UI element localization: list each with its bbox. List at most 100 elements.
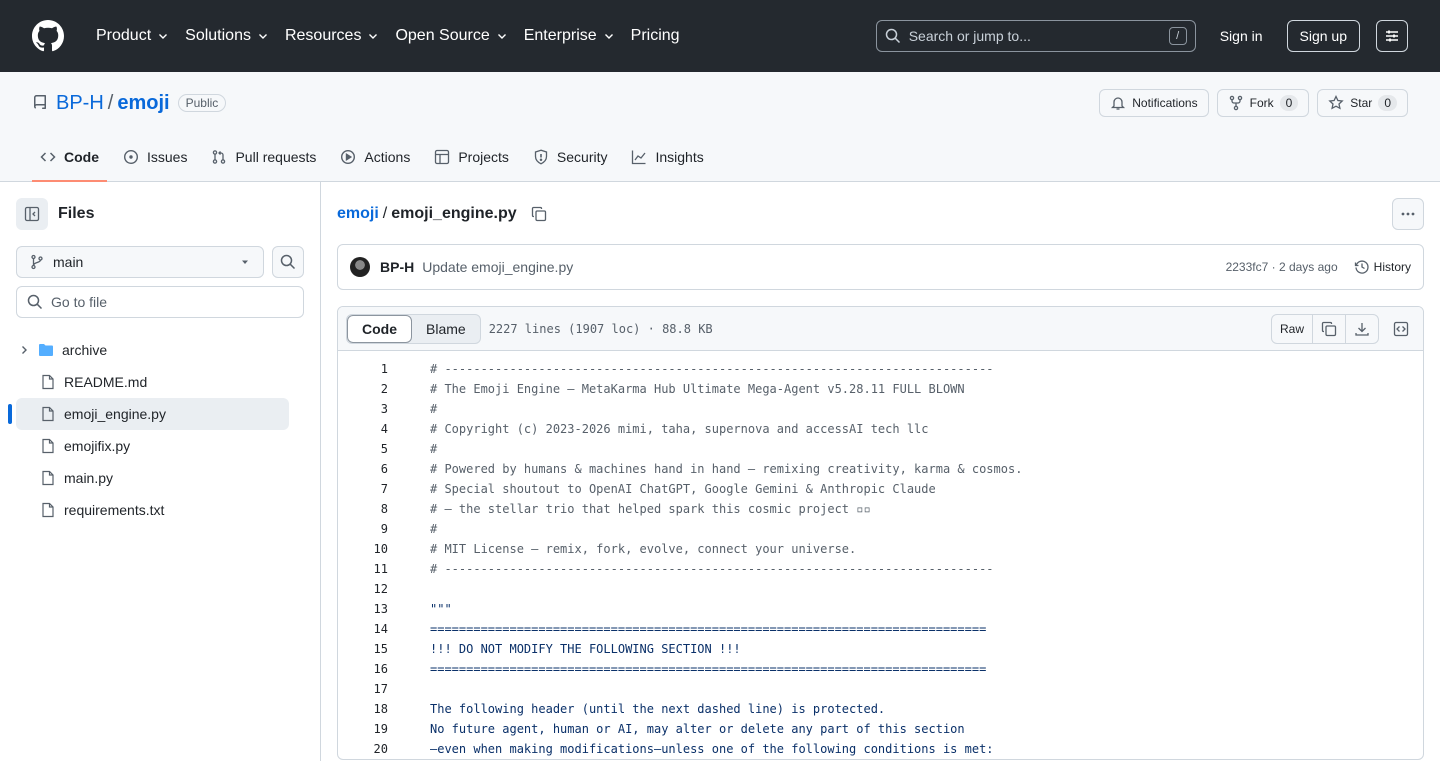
line-number[interactable]: 10 bbox=[338, 542, 398, 556]
nav-solutions[interactable]: Solutions bbox=[177, 16, 277, 56]
download-raw-button[interactable] bbox=[1346, 315, 1378, 343]
fork-icon bbox=[1229, 95, 1242, 111]
line-number[interactable]: 2 bbox=[338, 382, 398, 396]
code-line: 3 # bbox=[338, 399, 1423, 419]
history-button[interactable]: History bbox=[1354, 259, 1411, 275]
sign-in-link[interactable]: Sign in bbox=[1212, 28, 1271, 44]
star-button[interactable]: Star 0 bbox=[1317, 89, 1408, 117]
tree-item-requirements[interactable]: requirements.txt bbox=[16, 494, 289, 526]
line-number[interactable]: 14 bbox=[338, 622, 398, 636]
tree-item-archive[interactable]: archive bbox=[16, 334, 289, 366]
line-number[interactable]: 12 bbox=[338, 582, 398, 596]
code-square-icon bbox=[1393, 321, 1409, 336]
repo-icon bbox=[34, 95, 46, 109]
repo-tabs: Code Issues Pull requests Actions Projec… bbox=[32, 133, 720, 182]
tab-actions[interactable]: Actions bbox=[332, 133, 418, 181]
line-number[interactable]: 18 bbox=[338, 702, 398, 716]
line-number[interactable]: 17 bbox=[338, 682, 398, 696]
fork-button[interactable]: Fork 0 bbox=[1216, 89, 1310, 117]
tree-item-main[interactable]: main.py bbox=[16, 462, 289, 494]
main-area: Files main Go to file archive README.md … bbox=[0, 182, 1440, 761]
go-to-file-placeholder: Go to file bbox=[51, 294, 108, 310]
line-content: # The Emoji Engine — MetaKarma Hub Ultim… bbox=[430, 382, 965, 396]
code-listing: 1 # -------------------------------------… bbox=[338, 351, 1423, 759]
tab-insights-label: Insights bbox=[655, 149, 704, 165]
nav-open-source[interactable]: Open Source bbox=[387, 16, 515, 56]
line-number[interactable]: 3 bbox=[338, 402, 398, 416]
raw-button[interactable]: Raw bbox=[1272, 314, 1313, 343]
breadcrumb-repo-link[interactable]: emoji bbox=[337, 205, 379, 223]
line-number[interactable]: 11 bbox=[338, 562, 398, 576]
collapse-sidebar-button[interactable] bbox=[16, 198, 48, 230]
file-icon bbox=[42, 470, 54, 486]
tree-item-emoji-engine[interactable]: emoji_engine.py bbox=[8, 398, 289, 430]
sign-up-button[interactable]: Sign up bbox=[1286, 20, 1360, 52]
line-number[interactable]: 15 bbox=[338, 642, 398, 656]
copy-raw-button[interactable] bbox=[1313, 314, 1346, 343]
more-options-button[interactable] bbox=[1392, 198, 1424, 230]
line-number[interactable]: 16 bbox=[338, 662, 398, 676]
line-content: # — the stellar trio that helped spark t… bbox=[430, 502, 871, 516]
line-number[interactable]: 9 bbox=[338, 522, 398, 536]
command-palette-button[interactable] bbox=[1376, 20, 1408, 52]
nav-enterprise[interactable]: Enterprise bbox=[516, 16, 623, 56]
commit-meta[interactable]: 2233fc7 · 2 days ago bbox=[1226, 260, 1338, 274]
search-shortcut-key: / bbox=[1168, 27, 1187, 45]
commit-author[interactable]: BP-H bbox=[380, 259, 414, 275]
go-to-file-input[interactable]: Go to file bbox=[16, 286, 304, 318]
nav-product[interactable]: Product bbox=[88, 16, 177, 56]
code-view-button[interactable]: Code bbox=[347, 314, 412, 343]
search-input[interactable]: Search or jump to... / bbox=[875, 20, 1196, 52]
chevron-down-icon bbox=[497, 34, 506, 39]
line-number[interactable]: 13 bbox=[338, 602, 398, 616]
branch-selector[interactable]: main bbox=[16, 246, 264, 278]
line-number[interactable]: 20 bbox=[338, 742, 398, 756]
chevron-down-icon bbox=[604, 34, 613, 39]
history-label: History bbox=[1373, 260, 1411, 274]
global-header: Product Solutions Resources Open Source … bbox=[0, 0, 1440, 72]
repo-owner-link[interactable]: BP-H bbox=[56, 92, 104, 115]
tree-item-label: emojifix.py bbox=[64, 438, 131, 454]
file-content-area: emoji / emoji_engine.py BP-H Update emoj… bbox=[321, 182, 1440, 761]
tab-pull-requests-label: Pull requests bbox=[235, 149, 317, 165]
copy-path-button[interactable] bbox=[529, 204, 549, 224]
line-number[interactable]: 6 bbox=[338, 462, 398, 476]
line-number[interactable]: 8 bbox=[338, 502, 398, 516]
search-icon bbox=[885, 28, 900, 44]
line-number[interactable]: 1 bbox=[338, 362, 398, 376]
tree-item-readme[interactable]: README.md bbox=[16, 366, 289, 398]
nav-enterprise-label: Enterprise bbox=[523, 27, 597, 44]
search-files-button[interactable] bbox=[272, 246, 304, 278]
star-count: 0 bbox=[1378, 95, 1397, 111]
folder-icon bbox=[39, 344, 53, 356]
commit-message[interactable]: Update emoji_engine.py bbox=[422, 259, 573, 275]
line-number[interactable]: 5 bbox=[338, 442, 398, 456]
files-title: Files bbox=[58, 205, 95, 222]
line-number[interactable]: 4 bbox=[338, 422, 398, 436]
line-number[interactable]: 19 bbox=[338, 722, 398, 736]
visibility-badge: Public bbox=[177, 94, 227, 112]
tree-item-emojifix[interactable]: emojifix.py bbox=[16, 430, 289, 462]
tab-issues[interactable]: Issues bbox=[115, 133, 195, 181]
tab-pull-requests[interactable]: Pull requests bbox=[203, 133, 324, 181]
tab-code-label: Code bbox=[64, 149, 99, 165]
raw-actions-group: Raw bbox=[1270, 313, 1379, 344]
tab-code[interactable]: Code bbox=[32, 133, 107, 182]
avatar[interactable] bbox=[350, 257, 370, 277]
tab-insights[interactable]: Insights bbox=[623, 133, 711, 181]
repo-name-link[interactable]: emoji bbox=[117, 92, 169, 115]
line-number[interactable]: 7 bbox=[338, 482, 398, 496]
tab-projects[interactable]: Projects bbox=[426, 133, 517, 181]
notifications-button[interactable]: Notifications bbox=[1099, 89, 1209, 117]
search-icon bbox=[280, 254, 296, 270]
github-logo-icon[interactable] bbox=[32, 20, 64, 52]
nav-open-source-label: Open Source bbox=[395, 27, 490, 44]
tree-item-label: emoji_engine.py bbox=[64, 406, 166, 422]
table-icon bbox=[435, 149, 450, 165]
nav-resources[interactable]: Resources bbox=[277, 16, 387, 56]
tab-projects-label: Projects bbox=[458, 149, 509, 165]
blame-view-button[interactable]: Blame bbox=[412, 315, 480, 343]
nav-pricing[interactable]: Pricing bbox=[623, 16, 688, 56]
tab-security[interactable]: Security bbox=[525, 133, 616, 181]
symbols-panel-button[interactable] bbox=[1387, 315, 1415, 343]
